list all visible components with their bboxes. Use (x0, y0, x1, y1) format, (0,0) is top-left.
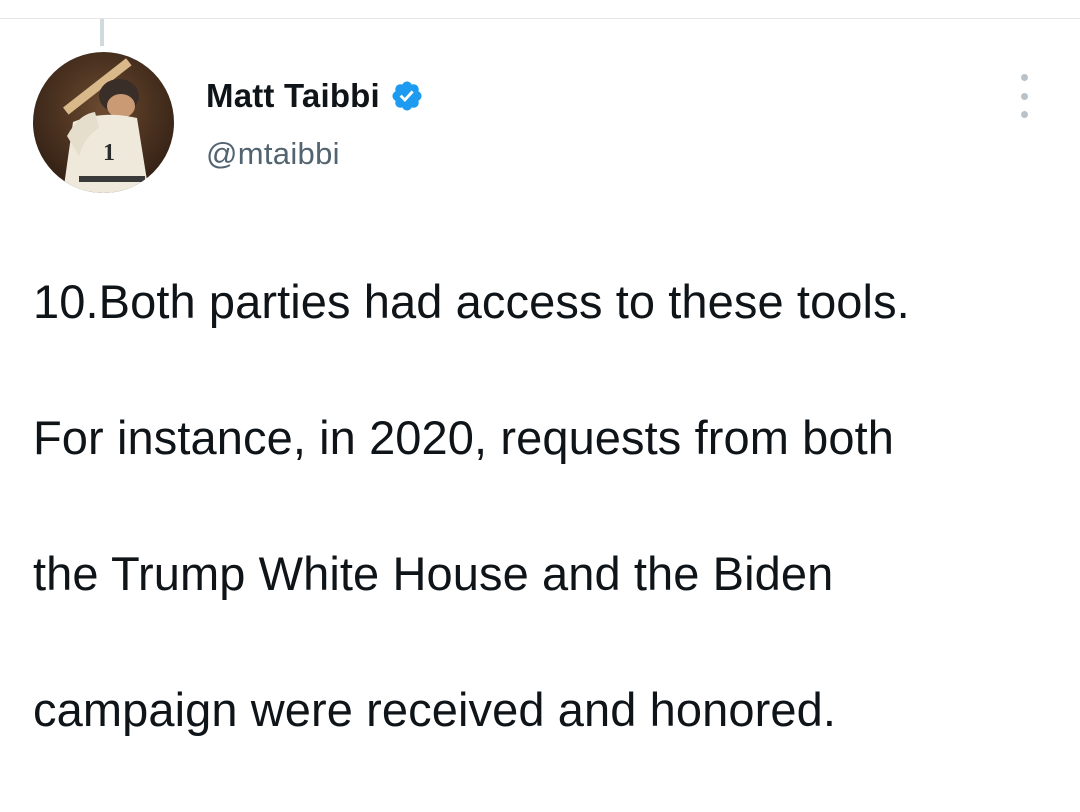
tweet-header: Matt Taibbi @mtaibbi (206, 74, 424, 172)
tweet-text-line: the Trump White House and the Biden (33, 547, 834, 600)
more-options-button[interactable] (1012, 74, 1036, 118)
author-name-row: Matt Taibbi (206, 74, 424, 118)
svg-text:1: 1 (103, 140, 115, 166)
vertical-ellipsis-icon (1020, 74, 1028, 81)
tweet-text-line: campaign were received and honored. (33, 683, 837, 736)
baseball-player-avatar-icon: 1 (33, 52, 174, 193)
tweet-text-line: For instance, in 2020, requests from bot… (33, 411, 895, 464)
tweet-text-line: 10.Both parties had access to these tool… (33, 275, 910, 328)
thread-connector-line (100, 19, 104, 46)
author-handle[interactable]: @mtaibbi (206, 136, 424, 172)
author-display-name[interactable]: Matt Taibbi (206, 77, 380, 115)
top-divider (0, 18, 1080, 19)
verified-badge-icon (390, 79, 424, 113)
tweet-text: 10.Both parties had access to these tool… (33, 200, 1073, 812)
avatar[interactable]: 1 (33, 52, 174, 193)
